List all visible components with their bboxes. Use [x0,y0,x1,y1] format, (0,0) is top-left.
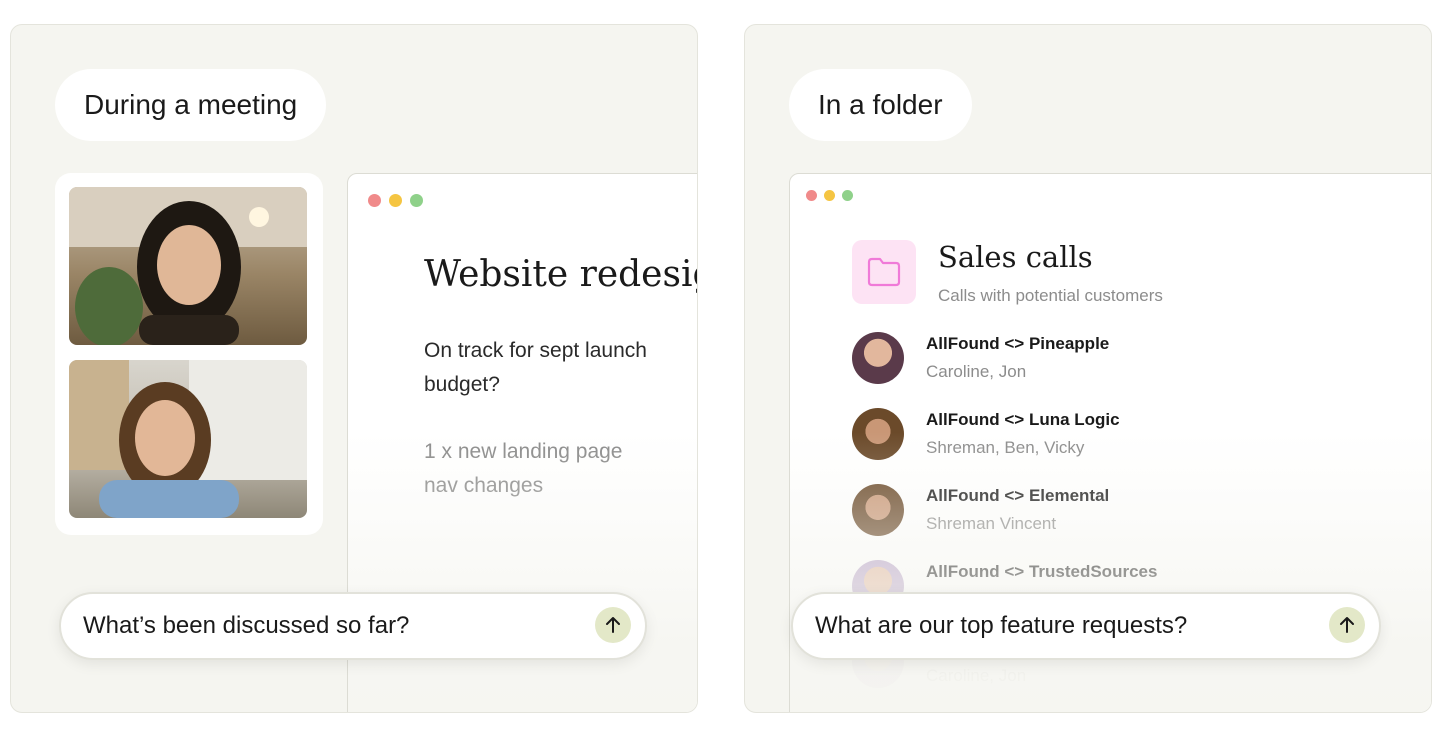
folder-title: Sales calls [938,240,1093,274]
call-participants: Shreman Vincent [926,514,1057,533]
call-participants: Caroline, Jon [926,362,1027,381]
arrow-up-icon [606,617,620,633]
ask-input-text: What are our top feature requests? [815,612,1188,639]
call-title: AllFound <> TrustedSources [926,562,1158,581]
video-call-tiles [55,173,323,535]
maximize-dot[interactable] [410,194,423,207]
doc-line: On track for sept launch [424,339,647,362]
window-controls [806,190,853,201]
avatar [852,408,904,460]
send-button[interactable] [595,607,631,643]
ask-input-text: What’s been discussed so far? [83,612,410,639]
meeting-panel: During a meeting Website redesi On track… [10,24,698,713]
ask-input[interactable]: What are our top feature requests? [791,592,1381,660]
doc-line: budget? [424,373,500,396]
arrow-up-icon [1340,617,1354,633]
doc-line: 1 x new landing page [424,440,623,463]
close-dot[interactable] [368,194,381,207]
avatar [852,332,904,384]
list-item[interactable]: AllFound <> Elemental Shreman Vincent [852,484,1412,538]
window-controls [368,194,423,207]
close-dot[interactable] [806,190,817,201]
minimize-dot[interactable] [824,190,835,201]
panel-label: During a meeting [55,69,327,141]
minimize-dot[interactable] [389,194,402,207]
doc-title: Website redesign [424,254,697,295]
maximize-dot[interactable] [842,190,853,201]
folder-panel: In a folder Sales calls Calls with poten… [744,24,1432,713]
list-item[interactable]: AllFound <> Pineapple Caroline, Jon [852,332,1412,386]
call-participants: Shreman, Ben, Vicky [926,438,1085,457]
participant-video-woman [69,187,307,345]
doc-notes: On track for sept launch budget? [424,334,647,402]
send-button[interactable] [1329,607,1365,643]
call-title: AllFound <> Pineapple [926,334,1110,353]
call-title: AllFound <> Luna Logic [926,410,1120,429]
call-title: AllFound <> Elemental [926,486,1110,505]
doc-notes-muted: 1 x new landing page nav changes [424,435,623,503]
avatar [852,484,904,536]
list-item[interactable]: AllFound <> Luna Logic Shreman, Ben, Vic… [852,408,1412,462]
folder-icon [852,240,916,304]
panel-label: In a folder [789,69,972,141]
folder-subtitle: Calls with potential customers [938,286,1163,305]
ask-input[interactable]: What’s been discussed so far? [59,592,647,660]
doc-line: nav changes [424,474,544,497]
call-participants: Caroline, Jon [926,666,1027,685]
participant-video-man [69,360,307,518]
